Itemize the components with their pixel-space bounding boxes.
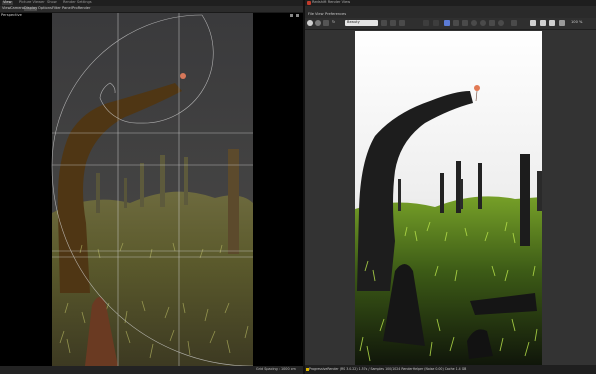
bloom-icon[interactable] <box>489 20 495 26</box>
flower <box>180 73 186 79</box>
split-icon[interactable] <box>433 20 439 26</box>
save-icon[interactable] <box>530 20 536 26</box>
frame-icon[interactable] <box>423 20 429 26</box>
rendered-scene <box>355 31 542 365</box>
crop-icon[interactable] <box>399 20 405 26</box>
grid-spacing-readout: Grid Spacing : 1000 cm <box>256 367 296 371</box>
pole <box>398 179 401 211</box>
exposure-icon[interactable] <box>480 20 486 26</box>
pole <box>184 157 188 205</box>
menu-panel[interactable]: Panel <box>62 6 72 11</box>
flower <box>474 85 480 91</box>
tab-view[interactable]: View <box>2 0 13 5</box>
menu-options[interactable]: Options <box>38 6 52 11</box>
render-image[interactable] <box>355 31 542 365</box>
render-icon[interactable] <box>315 20 321 26</box>
viewport-move-icon[interactable] <box>290 14 293 17</box>
pole <box>440 173 444 213</box>
region-select-icon[interactable] <box>444 20 450 26</box>
viewport-camera-label: Perspective <box>1 13 22 17</box>
pole <box>160 155 165 207</box>
menu-prorender[interactable]: ProRender <box>72 6 91 11</box>
tab-render-settings[interactable]: Render Settings <box>62 0 93 5</box>
aov-dropdown-value: Beauty <box>347 20 360 24</box>
pole <box>140 163 144 207</box>
viewport-maximize-icon[interactable] <box>296 14 299 17</box>
export-icon[interactable] <box>549 20 555 26</box>
render-status-text: ProgressiveRender (RS 3.0.22) 1.57s / Sa… <box>309 367 467 371</box>
channel-icon[interactable] <box>381 20 387 26</box>
tab-picture-viewer[interactable]: Picture Viewer <box>18 0 46 5</box>
3d-viewport[interactable]: Perspective <box>0 13 303 366</box>
pole <box>478 163 482 209</box>
lut-icon[interactable] <box>511 20 517 26</box>
color-picker-icon[interactable] <box>471 20 477 26</box>
lock-icon[interactable] <box>498 20 504 26</box>
copy-icon[interactable] <box>390 20 396 26</box>
viewport-menu-bar: View Cameras Display Options Filter Pane… <box>0 6 303 13</box>
viewport-scene <box>51 13 253 366</box>
refresh-icon[interactable]: ↻ <box>332 20 335 25</box>
grid-icon[interactable] <box>453 20 459 26</box>
save-as-icon[interactable] <box>540 20 546 26</box>
menu-preferences[interactable]: Preferences <box>325 12 346 17</box>
pole <box>124 178 127 208</box>
pole <box>537 171 542 211</box>
menu-filter[interactable]: Filter <box>52 6 61 11</box>
pole <box>460 179 463 209</box>
zoom-level[interactable]: 100 % <box>571 20 582 25</box>
snapshot-icon[interactable] <box>323 20 329 26</box>
menu-view[interactable]: View <box>315 12 324 17</box>
menu-file[interactable]: File <box>308 12 314 17</box>
histogram-icon[interactable] <box>462 20 468 26</box>
stop-render-icon[interactable] <box>307 20 313 26</box>
menu-display[interactable]: Display <box>24 6 38 11</box>
pole <box>520 154 530 246</box>
tab-show[interactable]: Show <box>46 0 58 5</box>
redshift-logo-icon <box>307 1 311 5</box>
render-view-title: Redshift Render View <box>312 0 351 4</box>
settings-icon[interactable] <box>559 20 565 26</box>
pole <box>96 173 100 213</box>
